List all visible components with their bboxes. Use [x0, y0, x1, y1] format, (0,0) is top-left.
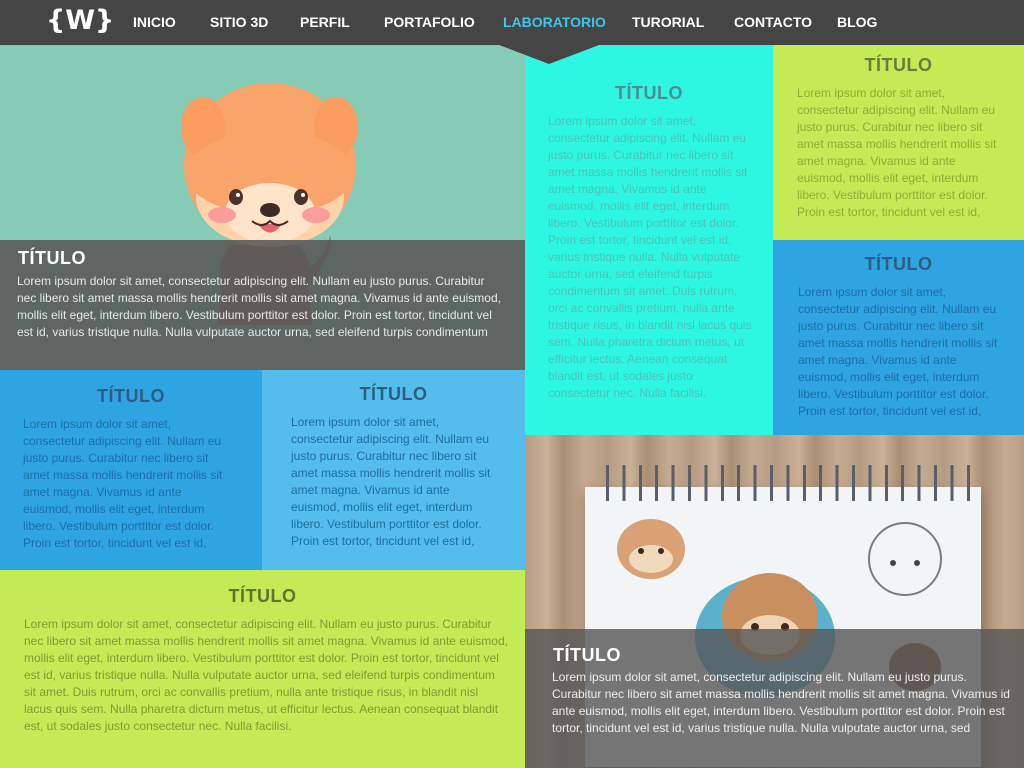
lime-card-bottom-text: Lorem ipsum dolor sit amet, consectetur … — [24, 617, 508, 733]
nav-item-turorial[interactable]: TURORIAL — [632, 0, 704, 45]
cyan-card-title: TÍTULO — [615, 83, 683, 103]
blue-card-right-title: TÍTULO — [864, 254, 933, 274]
notebook-rings — [597, 465, 971, 501]
blue-card-right-text: Lorem ipsum dolor sit amet, consectetur … — [798, 285, 998, 418]
nav-item-laboratorio[interactable]: LABORATORIO — [503, 0, 606, 45]
site-logo[interactable]: {W} — [46, 3, 114, 39]
nav-item-contacto[interactable]: CONTACTO — [734, 0, 812, 45]
sketchbook-photo-card[interactable]: TÍTULO Lorem ipsum dolor sit amet, conse… — [525, 435, 1024, 768]
lime-card-top-title: TÍTULO — [864, 55, 933, 75]
blue-card-left-text: Lorem ipsum dolor sit amet, consectetur … — [23, 417, 223, 550]
hero-block[interactable]: TÍTULO Lorem ipsum dolor sit amet, conse… — [0, 45, 525, 370]
nav-item-sitio-3d[interactable]: SITIO 3D — [210, 0, 268, 45]
lime-card-top-text: Lorem ipsum dolor sit amet, consectetur … — [797, 86, 997, 219]
cyan-card[interactable]: TÍTULO Lorem ipsum dolor sit amet, conse… — [525, 45, 773, 435]
nav-item-perfil[interactable]: PERFIL — [300, 0, 350, 45]
light-blue-card-title: TÍTULO — [359, 384, 428, 404]
lime-card-bottom-title: TÍTULO — [228, 586, 297, 606]
nav-item-portafolio[interactable]: PORTAFOLIO — [384, 0, 475, 45]
hero-title: TÍTULO — [18, 248, 86, 268]
hero-text: Lorem ipsum dolor sit amet, consectetur … — [17, 274, 501, 339]
lime-card-bottom[interactable]: TÍTULO Lorem ipsum dolor sit amet, conse… — [0, 570, 525, 768]
blue-card-right[interactable]: TÍTULO Lorem ipsum dolor sit amet, conse… — [773, 240, 1024, 435]
top-navbar: {W} INICIO SITIO 3D PERFIL PORTAFOLIO LA… — [0, 0, 1024, 45]
blue-card-left[interactable]: TÍTULO Lorem ipsum dolor sit amet, conse… — [0, 370, 262, 570]
cyan-card-text: Lorem ipsum dolor sit amet, consectetur … — [548, 114, 752, 400]
hero-caption-overlay: TÍTULO Lorem ipsum dolor sit amet, conse… — [0, 240, 525, 370]
photo-title: TÍTULO — [553, 645, 621, 665]
blue-card-left-title: TÍTULO — [97, 386, 165, 406]
lime-card-top[interactable]: TÍTULO Lorem ipsum dolor sit amet, conse… — [773, 45, 1024, 240]
nav-item-blog[interactable]: BLOG — [837, 0, 877, 45]
light-blue-card-text: Lorem ipsum dolor sit amet, consectetur … — [291, 415, 491, 548]
active-nav-pointer — [499, 45, 599, 64]
photo-text: Lorem ipsum dolor sit amet, consectetur … — [552, 670, 1010, 735]
light-blue-card[interactable]: TÍTULO Lorem ipsum dolor sit amet, conse… — [262, 370, 525, 570]
nav-item-inicio[interactable]: INICIO — [133, 0, 176, 45]
photo-caption-overlay: TÍTULO Lorem ipsum dolor sit amet, conse… — [525, 629, 1024, 768]
